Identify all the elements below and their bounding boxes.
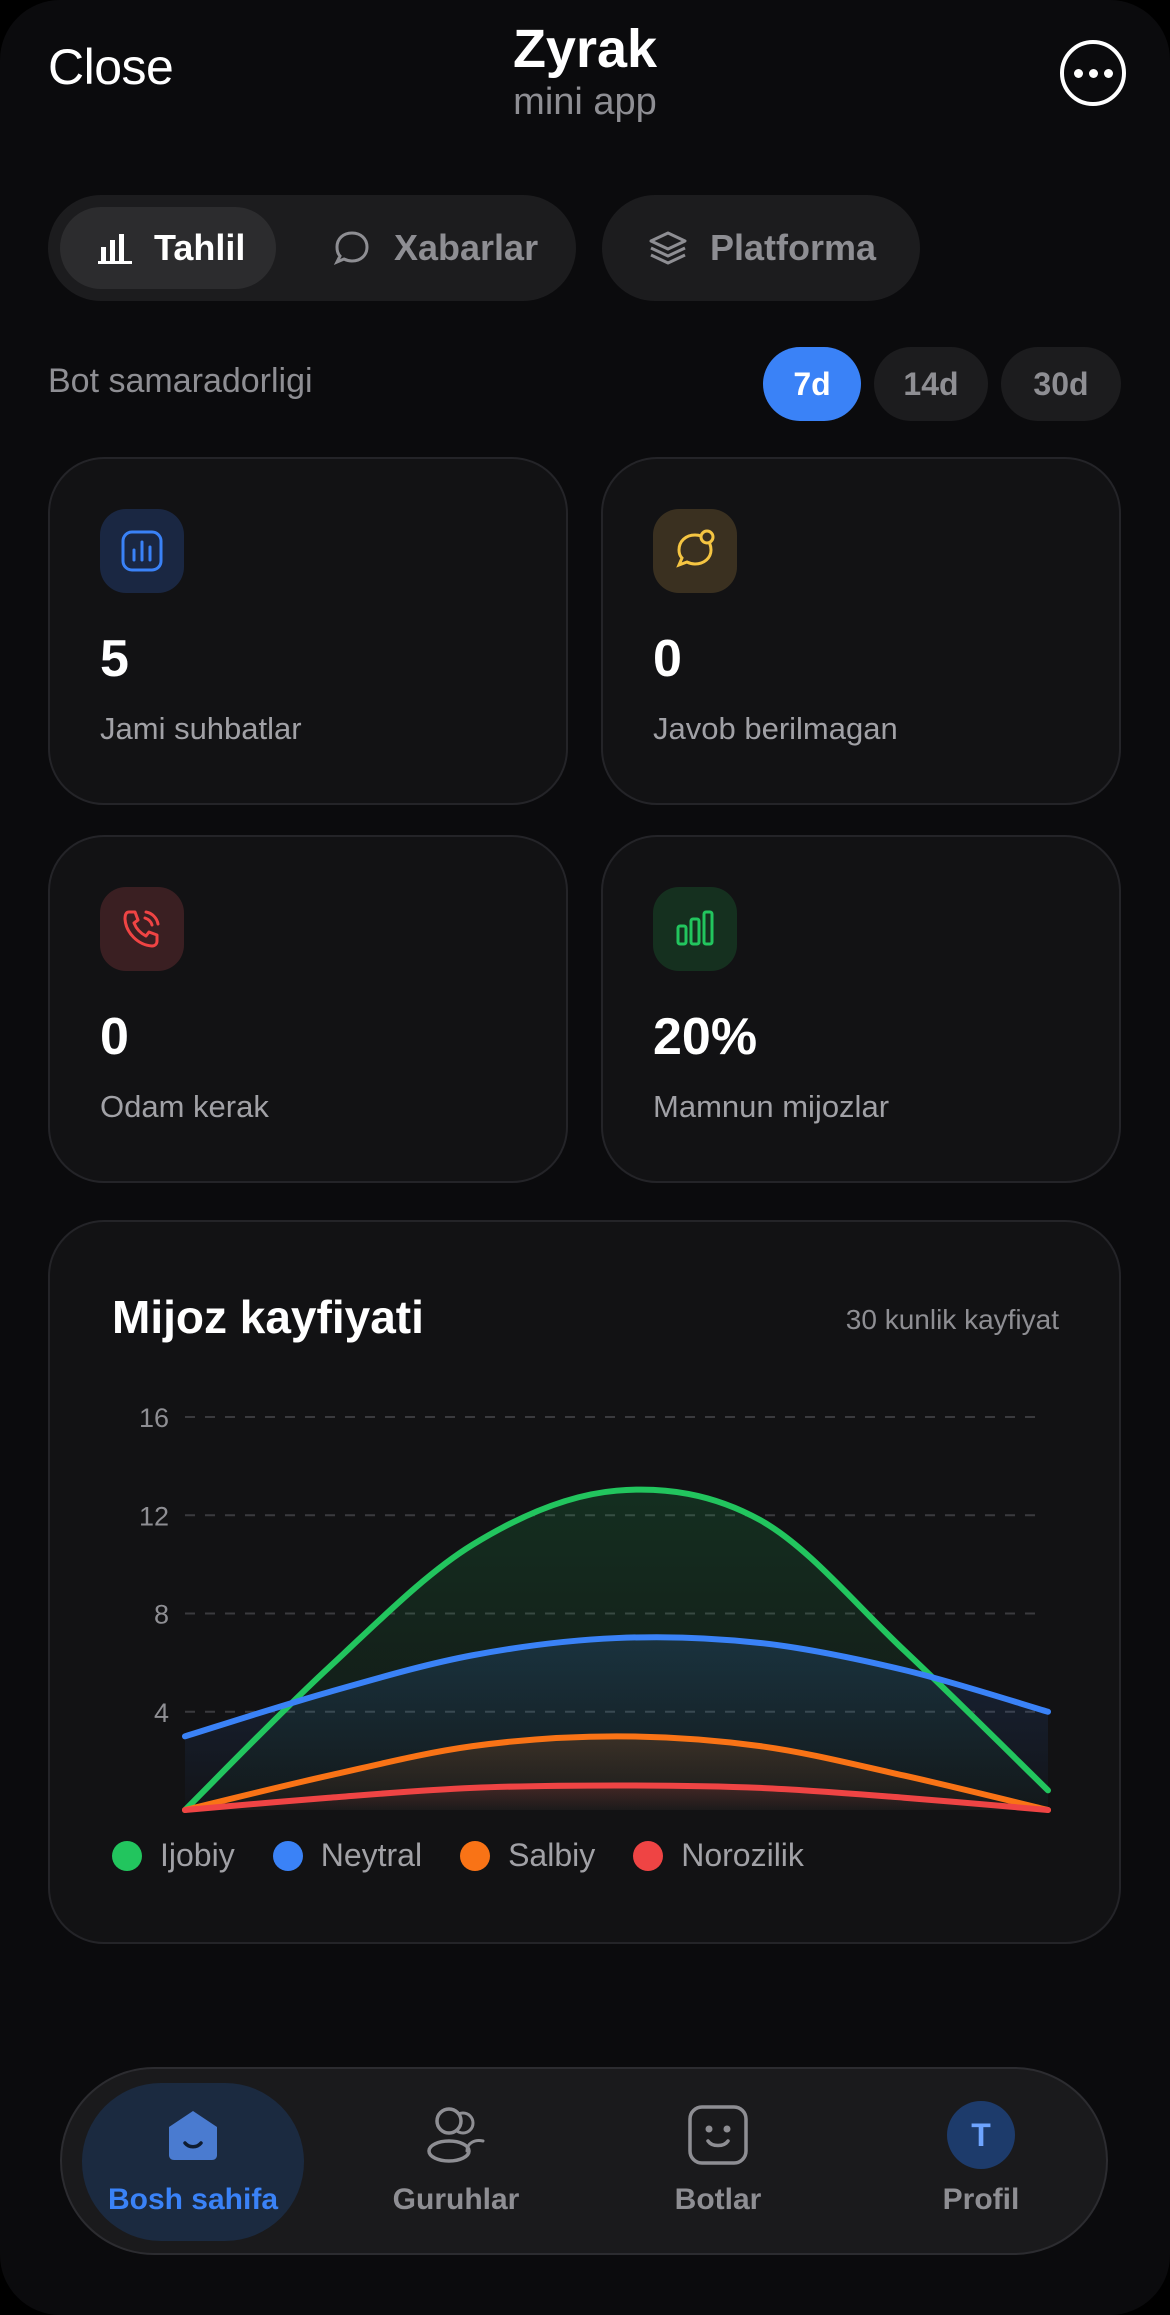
layers-icon xyxy=(648,230,688,266)
app-title: Zyrak xyxy=(512,19,658,79)
stat-value: 0 xyxy=(100,1008,129,1066)
period-30d-button[interactable]: 30d xyxy=(1001,347,1121,421)
y-tick-label: 16 xyxy=(139,1403,169,1433)
nav-label: Profil xyxy=(942,2183,1020,2216)
sentiment-chart-card: Mijoz kayfiyati 30 kunlik kayfiyat 16 12 8… xyxy=(48,1220,1121,1944)
stat-label: Jami suhbatlar xyxy=(100,711,302,746)
legend-label: Salbiy xyxy=(508,1837,596,1873)
bar-chart-green-icon xyxy=(653,887,737,971)
app-subtitle: mini app xyxy=(513,81,657,124)
nav-label: Guruhlar xyxy=(392,2183,520,2216)
avatar: T xyxy=(947,2101,1015,2169)
legend-item: Salbiy xyxy=(460,1837,595,1874)
tab-tahlil[interactable]: Tahlil xyxy=(60,207,276,289)
section-title: Bot samaradorligi xyxy=(48,362,313,400)
nav-item-groups[interactable]: Guruhlar xyxy=(345,2083,567,2241)
tab-xabarlar[interactable]: Xabarlar xyxy=(312,207,562,289)
legend-item: Neytral xyxy=(272,1837,423,1874)
nav-label: Botlar xyxy=(674,2183,762,2216)
title-block: Zyrak mini app xyxy=(0,19,1170,124)
legend-item: Ijobiy xyxy=(112,1837,235,1874)
legend-label: Ijobiy xyxy=(160,1837,235,1873)
stat-label: Javob berilmagan xyxy=(653,711,898,746)
header: Close Zyrak mini app xyxy=(0,0,1170,140)
y-tick-label: 8 xyxy=(154,1600,169,1630)
tab-label: Platforma xyxy=(710,227,877,268)
stat-card-satisfied[interactable]: 20% Mamnun mijozlar xyxy=(601,835,1121,1183)
y-tick-label: 4 xyxy=(154,1698,169,1728)
period-7d-button[interactable]: 7d xyxy=(763,347,861,421)
stat-label: Mamnun mijozlar xyxy=(653,1089,890,1124)
legend-item: Norozilik xyxy=(633,1837,804,1874)
chat-notification-icon xyxy=(653,509,737,593)
y-tick-label: 12 xyxy=(139,1501,169,1531)
bar-chart-icon xyxy=(98,231,132,265)
chart-legend: Ijobiy Neytral Salbiy Norozilik xyxy=(112,1837,804,1874)
stat-label: Odam kerak xyxy=(100,1089,269,1124)
bottom-nav: Bosh sahifa Guruhlar Botlar T Profil xyxy=(60,2067,1108,2255)
app-window: Close Zyrak mini app Tahlil Xabarlar Pla… xyxy=(0,0,1170,2315)
tab-platforma[interactable]: Platforma xyxy=(602,195,920,301)
nav-item-home[interactable]: Bosh sahifa xyxy=(82,2083,304,2241)
stat-value: 0 xyxy=(653,630,682,688)
stat-value: 20% xyxy=(653,1008,758,1066)
legend-dot-icon xyxy=(112,1840,142,1871)
legend-label: Norozilik xyxy=(681,1837,804,1873)
nav-item-bots[interactable]: Botlar xyxy=(607,2083,829,2241)
tab-group: Tahlil Xabarlar xyxy=(48,195,576,301)
legend-label: Neytral xyxy=(320,1837,423,1873)
bot-icon xyxy=(686,2095,750,2175)
tab-label: Xabarlar xyxy=(394,227,539,268)
stat-card-unanswered[interactable]: 0 Javob berilmagan xyxy=(601,457,1121,805)
home-icon xyxy=(161,2095,225,2175)
stat-card-total-chats[interactable]: 5 Jami suhbatlar xyxy=(48,457,568,805)
tab-label: Tahlil xyxy=(154,227,246,268)
avatar-icon: T xyxy=(947,2095,1015,2175)
sentiment-chart: 16 12 8 4 xyxy=(139,1403,1051,1813)
nav-label: Bosh sahifa xyxy=(107,2183,279,2216)
nav-item-profile[interactable]: T Profil xyxy=(870,2083,1092,2241)
stat-card-human-needed[interactable]: 0 Odam kerak xyxy=(48,835,568,1183)
stat-value: 5 xyxy=(100,630,129,688)
users-icon xyxy=(423,2095,489,2175)
legend-dot-icon xyxy=(460,1840,491,1871)
legend-dot-icon xyxy=(633,1840,664,1871)
more-horizontal-icon[interactable] xyxy=(1060,40,1126,106)
period-14d-button[interactable]: 14d xyxy=(874,347,988,421)
legend-dot-icon xyxy=(272,1840,303,1871)
phone-call-icon xyxy=(100,887,184,971)
chat-bubble-icon xyxy=(332,228,372,268)
bar-chart-square-icon xyxy=(100,509,184,593)
